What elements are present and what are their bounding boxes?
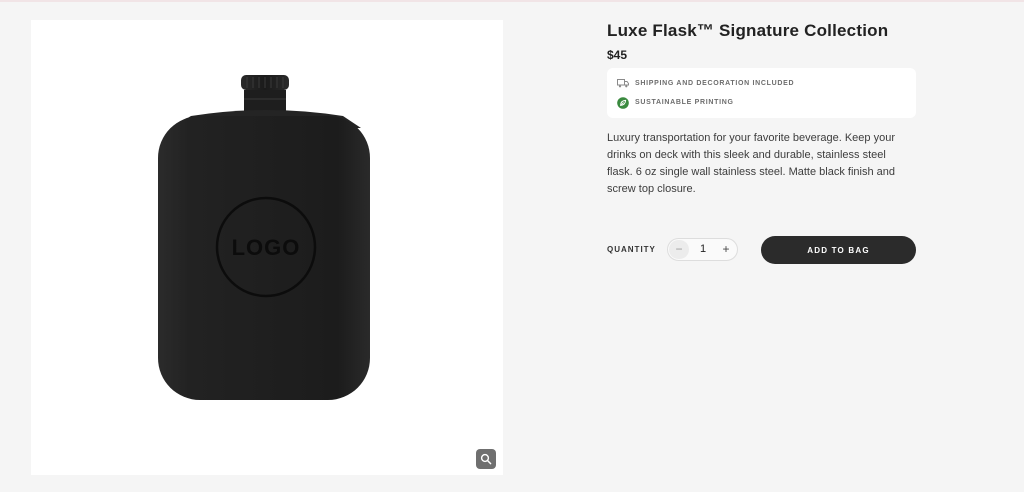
top-border [0,0,1024,2]
product-title: Luxe Flask™ Signature Collection [607,21,889,40]
product-description: Luxury transportation for your favorite … [607,132,895,195]
product-info: Luxe Flask™ Signature Collection $45 SHI… [607,20,916,264]
product-gallery: LOGO [31,20,503,475]
quantity-stepper[interactable]: − + [667,238,738,261]
leaf-badge-icon [616,96,629,109]
perk-label: SUSTAINABLE PRINTING [635,99,734,106]
zoom-button[interactable] [476,449,496,469]
quantity-label: QUANTITY [607,245,656,254]
decrease-quantity-button[interactable]: − [669,240,689,259]
perk-label: SHIPPING AND DECORATION INCLUDED [635,80,795,87]
add-to-bag-button[interactable]: ADD TO BAG [761,236,916,264]
logo-placeholder-text: LOGO [232,235,301,260]
perks-box: SHIPPING AND DECORATION INCLUDED SUSTAIN… [607,68,916,118]
increase-quantity-button[interactable]: + [716,240,736,259]
magnifier-icon [480,453,492,465]
product-price: $45 [607,48,628,62]
quantity-input[interactable] [694,239,712,260]
truck-icon [616,77,629,90]
perk-sustainable: SUSTAINABLE PRINTING [616,93,906,112]
purchase-row: QUANTITY − + ADD TO BAG [607,236,916,264]
product-image[interactable]: LOGO [31,20,503,475]
perk-shipping: SHIPPING AND DECORATION INCLUDED [616,74,906,93]
